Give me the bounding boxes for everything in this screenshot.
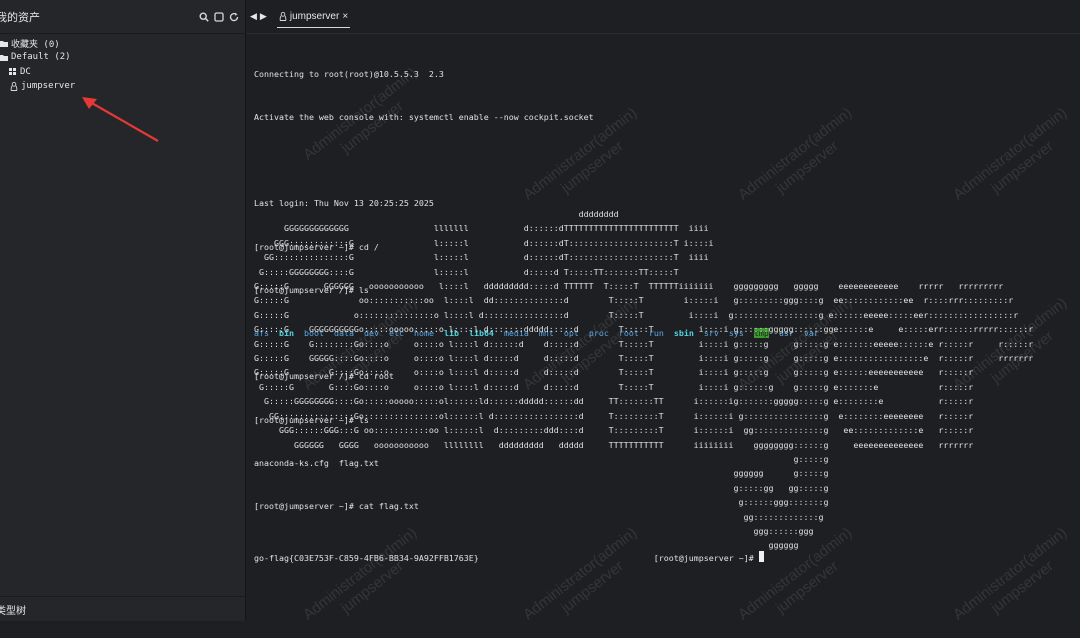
tab-jumpserver[interactable]: jumpserver × [276, 5, 351, 28]
type-tree-label: 类型树 [0, 605, 26, 617]
tab-label: jumpserver [289, 10, 340, 22]
tab-bar: ◀ ▶ jumpserver × [247, 0, 1080, 34]
tree-item-label: DC [20, 67, 31, 77]
ascii-art-banner: dddddddd GGGGGGGGGGGGG lllllll d::::::dT… [254, 209, 1034, 551]
folder-icon [0, 54, 8, 61]
terminal-output[interactable]: Connecting to root(root)@10.5.5.3 2.3 Ac… [254, 38, 1074, 614]
terminal-line: Activate the web console with: systemctl… [254, 112, 594, 123]
grid-icon [9, 68, 16, 75]
terminal-panel: ◀ ▶ jumpserver × Connecting to root(root… [247, 0, 1080, 621]
tab-close-icon[interactable]: × [342, 11, 348, 22]
terminal-cursor [758, 551, 764, 562]
terminal-bottom-line: go-flag{C03E753F-C859-4FB6-BB34-9A92FFB1… [254, 551, 764, 565]
red-annotation-arrow [82, 97, 159, 142]
tab-next-icon[interactable]: ▶ [260, 11, 267, 22]
type-tree-tab[interactable]: 类型树 [0, 596, 245, 621]
tree-item-default[interactable]: Default (2) [0, 52, 71, 62]
search-icon[interactable] [199, 11, 209, 22]
tree-item-jumpserver[interactable]: jumpserver [10, 81, 75, 91]
tab-prev-icon[interactable]: ◀ [250, 11, 257, 22]
tree-item-favorites[interactable]: 收藏夹 (0) [0, 37, 60, 50]
refresh-icon[interactable] [229, 12, 239, 22]
terminal-prompt: [root@jumpserver ~]# [653, 553, 754, 563]
tree-item-label: 收藏夹 (0) [11, 40, 60, 50]
linux-icon [279, 11, 287, 21]
terminal-line: Connecting to root(root)@10.5.5.3 2.3 [254, 68, 444, 79]
sidebar-header-tools [199, 11, 239, 22]
linux-icon [10, 81, 18, 91]
sidebar-title: 我的资产 [0, 11, 40, 24]
asset-sidebar: 我的资产 收藏夹 (0) Default (2) DC jumpserver 类… [0, 0, 246, 621]
tree-item-dc[interactable]: DC [9, 67, 31, 77]
sidebar-header: 我的资产 [0, 0, 245, 34]
expand-icon[interactable] [214, 11, 224, 22]
tree-item-label: jumpserver [21, 81, 76, 91]
tree-item-label: Default (2) [11, 52, 71, 62]
folder-icon [0, 41, 8, 47]
flag-text: go-flag{C03E753F-C859-4FB6-BB34-9A92FFB1… [254, 553, 479, 563]
